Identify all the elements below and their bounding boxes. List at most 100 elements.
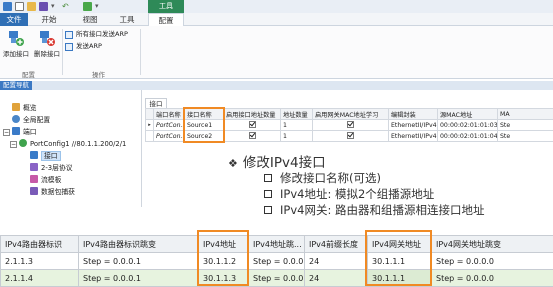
prefix-length-cell[interactable]: 24 [305,253,368,270]
column-header[interactable]: IPv4网关地址 [368,236,432,253]
tree-item-overview[interactable]: 概览 [12,103,37,114]
tree-item-global-config[interactable]: 全局配置 [12,115,50,126]
column-header[interactable]: IPv4前缀长度 [305,236,368,253]
gateway-address-cell[interactable]: 30.1.1.1 [368,253,432,270]
menu-view[interactable]: 视图 [78,13,102,26]
gateway-learn-cell[interactable] [313,120,389,131]
table-row[interactable]: ▸ PortCon... Source1 1 EthernetII/IPv4 0… [146,120,553,131]
tree-item-port-config[interactable]: −PortConfig1 //80.1.1.200/2/1 [10,139,126,150]
menu-file[interactable]: 文件 [0,13,28,26]
tree-item-protocol[interactable]: 2-3层协议 [30,163,73,174]
tree-item-label: 全局配置 [23,116,50,124]
port-name-cell[interactable]: PortCon... [154,120,185,131]
menu-start[interactable]: 开始 [34,13,64,26]
mac-step-cell[interactable]: Ste [498,120,553,131]
checkmark-icon[interactable] [83,2,92,11]
collapse-icon[interactable]: − [3,129,10,136]
interface-name-cell[interactable]: Source2 [185,131,224,142]
gateway-address-cell[interactable]: 30.1.1.1 [368,270,432,287]
interface-name-cell[interactable]: Source1 [185,120,224,131]
send-arp-button[interactable]: 发送ARP [65,41,102,52]
column-header[interactable]: IPv4路由器标识跳变 [79,236,199,253]
tree-item-port[interactable]: −端口 [3,127,37,138]
gateway-learn-cell[interactable] [313,131,389,142]
arp-icon [65,43,73,51]
grid-header-row: 端口名称 接口名称 启用接口地址数量 地址数量 启用网关MAC地址学习 编辑封装… [146,109,553,120]
stream-icon [30,175,38,183]
table-row[interactable]: 2.1.1.4 Step = 0.0.0.1 30.1.1.3 Step = 0… [1,270,553,287]
column-header[interactable]: IPv4地址 [199,236,249,253]
gateway-learn-checkbox[interactable] [347,132,354,139]
menu-config[interactable]: 配置 [148,13,184,27]
ipv4-address-cell[interactable]: 30.1.1.2 [199,253,249,270]
group-label-config: 配置 [22,69,35,79]
mac-step-cell[interactable]: Ste [498,131,553,142]
enable-count-checkbox[interactable] [249,121,256,128]
dropdown-arrow-icon[interactable]: ▾ [95,2,101,11]
group-label-operations: 操作 [92,69,105,79]
config-nav-title[interactable]: 配置导航 [0,81,32,90]
column-header[interactable]: 源MAC地址 [438,109,498,120]
ipv4-address-step-cell[interactable]: Step = 0.0.0.1 [249,253,305,270]
save-icon[interactable] [39,2,48,11]
source-mac-cell[interactable]: 00:00:02:01:01:04 [438,131,498,142]
address-count-cell[interactable]: 1 [281,131,313,142]
prefix-length-cell[interactable]: 24 [305,270,368,287]
column-header[interactable]: IPv4路由器标识 [1,236,79,253]
address-count-cell[interactable]: 1 [281,120,313,131]
enable-count-checkbox[interactable] [249,132,256,139]
ipv4-address-step-cell[interactable]: Step = 0.0.0.1 [249,270,305,287]
enable-count-cell[interactable] [224,120,281,131]
tree-item-capture[interactable]: 数据包捕获 [30,187,75,198]
tree-item-interface[interactable]: 接口 [30,151,61,162]
gateway-learn-checkbox[interactable] [347,121,354,128]
router-id-step-cell[interactable]: Step = 0.0.0.1 [79,270,199,287]
undo-icon[interactable]: ↶ [62,2,70,11]
new-file-icon[interactable] [15,2,24,11]
tree-item-label: 接口 [41,151,61,161]
router-id-cell[interactable]: 2.1.1.3 [1,253,79,270]
status-dot-icon [19,139,27,147]
tree-item-stream-template[interactable]: 流模板 [30,175,61,186]
tab-interface[interactable]: 接口 [145,98,167,108]
annotation-item: 修改接口名称(可选) [264,170,381,186]
row-selector[interactable] [146,131,154,142]
group-separator [140,29,141,75]
table-row[interactable]: 2.1.1.3 Step = 0.0.0.1 30.1.1.2 Step = 0… [1,253,553,270]
diamond-bullet-icon: ❖ [228,157,238,170]
ipv4-address-cell[interactable]: 30.1.1.3 [199,270,249,287]
row-selector-arrow-icon[interactable]: ▸ [146,120,154,131]
router-id-cell[interactable]: 2.1.1.4 [1,270,79,287]
all-ports-send-arp-button[interactable]: 所有接口发送ARP [65,29,128,40]
config-nav-header: 配置导航 [0,81,553,90]
encapsulation-cell[interactable]: EthernetII/IPv4 [389,120,438,131]
column-header[interactable]: 地址数量 [281,109,313,120]
ipv4-table: IPv4路由器标识 IPv4路由器标识跳变 IPv4地址 IPv4地址跳... … [0,235,553,287]
port-name-cell[interactable]: PortCon... [154,131,185,142]
collapse-icon[interactable]: − [10,141,17,148]
table-row[interactable]: PortCon... Source2 1 EthernetII/IPv4 00:… [146,131,553,142]
all-ports-send-arp-label: 所有接口发送ARP [76,30,128,38]
add-port-button[interactable]: 添加接口 [0,30,32,58]
column-header[interactable]: 启用网关MAC地址学习 [313,109,389,120]
column-header[interactable]: MA [498,109,553,120]
column-header[interactable]: 启用接口地址数量 [224,109,281,120]
encapsulation-cell[interactable]: EthernetII/IPv4 [389,131,438,142]
delete-port-button[interactable]: 删除接口 [31,30,63,58]
open-folder-icon[interactable] [27,2,36,11]
router-id-step-cell[interactable]: Step = 0.0.0.1 [79,253,199,270]
column-header[interactable]: 接口名称 [185,109,224,120]
column-header[interactable]: IPv4网关地址跳变 [432,236,553,253]
gateway-step-cell[interactable]: Step = 0.0.0.0 [432,253,553,270]
gateway-step-cell[interactable]: Step = 0.0.0.0 [432,270,553,287]
enable-count-cell[interactable] [224,131,281,142]
context-tab-tools[interactable]: 工具 [148,0,184,13]
column-header[interactable]: 端口名称 [154,109,185,120]
ribbon: 添加接口 删除接口 配置 所有接口发送ARP 发送ARP 操作 [0,26,553,79]
source-mac-cell[interactable]: 00:00:02:01:01:03 [438,120,498,131]
dropdown-arrow-icon[interactable]: ▾ [51,2,57,11]
column-header[interactable]: IPv4地址跳... [249,236,305,253]
menu-tools[interactable]: 工具 [114,13,140,26]
delete-port-icon [39,30,55,46]
column-header[interactable]: 编辑封装 [389,109,438,120]
